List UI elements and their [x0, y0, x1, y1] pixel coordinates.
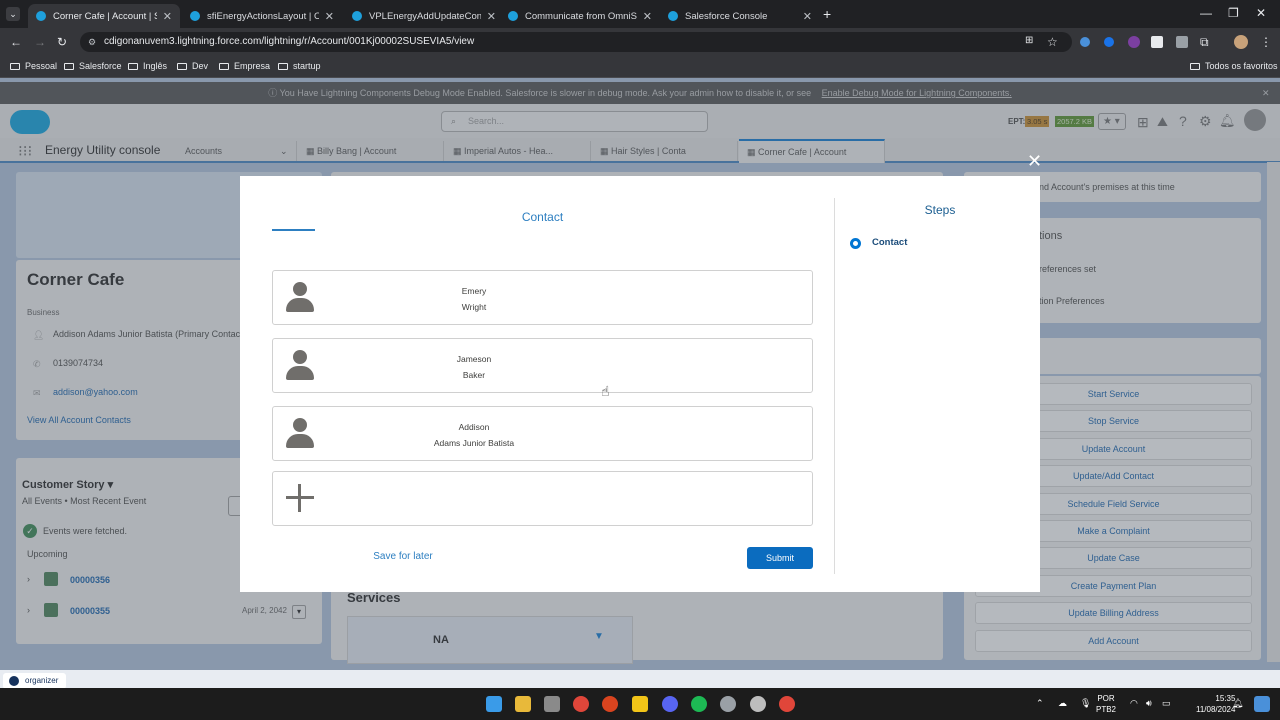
- cloud-icon[interactable]: ☁: [1058, 698, 1067, 709]
- copilot-icon[interactable]: [1254, 696, 1270, 712]
- battery-icon[interactable]: ▭: [1162, 698, 1171, 709]
- chrome-icon[interactable]: [573, 696, 589, 712]
- hand-cursor-icon: ☝︎: [601, 383, 610, 399]
- extension-icon[interactable]: [1151, 36, 1163, 48]
- browser-tab-add-update-contact[interactable]: VPLEnergyAddUpdateContact | ✕: [344, 4, 504, 28]
- forward-icon[interactable]: →: [34, 35, 46, 49]
- close-icon[interactable]: ✕: [803, 10, 812, 23]
- notification-bell-icon[interactable]: 🔔︎: [1232, 698, 1243, 709]
- microphone-icon[interactable]: 🎙︎: [1080, 698, 1091, 709]
- site-info-icon[interactable]: ⚙: [88, 32, 96, 52]
- drive-icon[interactable]: [544, 696, 560, 712]
- spotify-icon[interactable]: [691, 696, 707, 712]
- menu-kebab-icon[interactable]: ⋮: [1260, 35, 1272, 49]
- app-icon[interactable]: [602, 696, 618, 712]
- app-icon[interactable]: [750, 696, 766, 712]
- browser-tab-communicate[interactable]: Communicate from OmniScript ✕: [500, 4, 660, 28]
- save-for-later-link[interactable]: Save for later: [352, 551, 454, 562]
- browser-tab-actions-layout[interactable]: sfiEnergyActionsLayout | Omni ✕: [182, 4, 342, 28]
- contact-last-name: Baker: [462, 370, 486, 380]
- chrome-icon[interactable]: [779, 696, 795, 712]
- step-title: Contact: [521, 210, 564, 224]
- minimize-icon[interactable]: —: [1200, 6, 1212, 20]
- add-contact-card[interactable]: [272, 471, 813, 526]
- steps-divider: [834, 198, 835, 574]
- organizer-logo-icon: [9, 676, 19, 686]
- folder-icon: [177, 62, 187, 70]
- tab-search-icon[interactable]: ⌄: [6, 7, 20, 21]
- extension-icon[interactable]: [1128, 36, 1140, 48]
- translate-icon[interactable]: ⊞: [1025, 35, 1033, 46]
- contact-card[interactable]: Addison Adams Junior Batista: [272, 406, 813, 461]
- extension-icon[interactable]: [1104, 37, 1114, 47]
- bookmark-folder-ingles[interactable]: Inglês: [128, 61, 167, 71]
- windows-start-icon[interactable]: [486, 696, 502, 712]
- sticky-notes-icon[interactable]: [632, 696, 648, 712]
- close-icon[interactable]: ✕: [163, 10, 172, 23]
- bookmark-folder-pessoal[interactable]: Pessoal: [10, 61, 57, 71]
- submit-button[interactable]: Submit: [747, 547, 813, 569]
- bookmark-folder-salesforce[interactable]: Salesforce: [64, 61, 122, 71]
- extension-icon[interactable]: [1080, 37, 1090, 47]
- bookmark-folder-dev[interactable]: Dev: [177, 61, 208, 71]
- settings-icon[interactable]: [720, 696, 736, 712]
- chevron-up-icon[interactable]: ⌃: [1036, 698, 1044, 709]
- volume-icon[interactable]: 🔊︎: [1146, 698, 1152, 709]
- contact-first-name: Jameson: [456, 354, 492, 364]
- folder-icon: [64, 62, 74, 70]
- file-explorer-icon[interactable]: [515, 696, 531, 712]
- bookmark-star-icon[interactable]: ☆: [1047, 35, 1058, 49]
- back-icon[interactable]: ←: [10, 35, 22, 49]
- folder-icon: [10, 62, 20, 70]
- close-icon[interactable]: ✕: [487, 10, 496, 23]
- folder-icon: [128, 62, 138, 70]
- reload-icon[interactable]: ↻: [57, 35, 67, 49]
- browser-tab-corner-cafe[interactable]: Corner Cafe | Account | Salesfor ✕: [28, 4, 180, 28]
- close-icon[interactable]: ✕: [325, 10, 334, 23]
- organizer-widget[interactable]: organizer: [3, 673, 66, 689]
- plus-icon: [286, 484, 314, 512]
- modal-close-icon[interactable]: ✕: [1027, 151, 1042, 172]
- browser-tab-console[interactable]: Salesforce Console ✕: [660, 4, 820, 28]
- salesforce-favicon-icon: [352, 11, 362, 21]
- close-icon[interactable]: ✕: [643, 10, 652, 23]
- extension-icon[interactable]: [1176, 36, 1188, 48]
- active-step-icon: [850, 238, 861, 249]
- folder-icon: [1190, 62, 1200, 70]
- contact-card[interactable]: Jameson Baker: [272, 338, 813, 393]
- contact-last-name: Adams Junior Batista: [433, 438, 515, 448]
- salesforce-favicon-icon: [668, 11, 678, 21]
- wifi-icon[interactable]: ◠: [1130, 698, 1138, 709]
- extensions-puzzle-icon[interactable]: ⧉: [1200, 35, 1209, 50]
- folder-icon: [278, 62, 288, 70]
- contact-first-name: Emery: [461, 286, 487, 296]
- all-bookmarks-folder[interactable]: Todos os favoritos: [1190, 61, 1278, 71]
- system-clock[interactable]: 15:35 11/08/2024: [1196, 693, 1235, 715]
- bookmark-folder-startup[interactable]: startup: [278, 61, 321, 71]
- salesforce-favicon-icon: [508, 11, 518, 21]
- steps-title: Steps: [924, 203, 956, 217]
- profile-avatar[interactable]: [1234, 35, 1248, 49]
- close-window-icon[interactable]: ✕: [1256, 6, 1266, 20]
- discord-icon[interactable]: [662, 696, 678, 712]
- contact-card[interactable]: Emery Wright: [272, 270, 813, 325]
- new-tab-icon[interactable]: +: [823, 6, 831, 22]
- salesforce-favicon-icon: [36, 11, 46, 21]
- folder-icon: [219, 62, 229, 70]
- salesforce-favicon-icon: [190, 11, 200, 21]
- contact-first-name: Addison: [458, 422, 490, 432]
- maximize-icon[interactable]: ❐: [1228, 6, 1239, 20]
- contact-last-name: Wright: [461, 302, 487, 312]
- utility-bar: [0, 670, 1280, 688]
- progress-indicator: [272, 229, 315, 231]
- step-contact[interactable]: Contact: [872, 237, 907, 248]
- bookmark-folder-empresa[interactable]: Empresa: [219, 61, 270, 71]
- address-bar[interactable]: ⚙ cdigonanuvem3.lightning.force.com/ligh…: [80, 32, 1072, 52]
- language-indicator[interactable]: POR PTB2: [1096, 693, 1116, 715]
